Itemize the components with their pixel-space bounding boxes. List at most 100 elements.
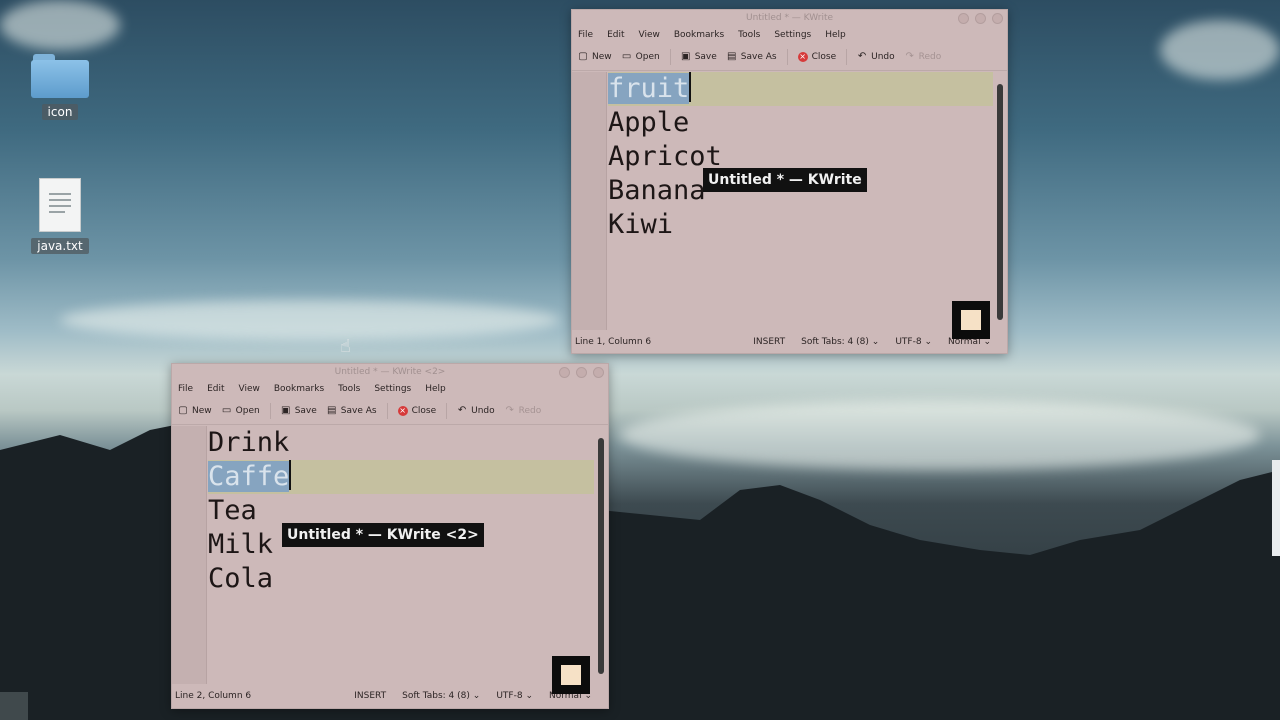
cursor-position[interactable]: Line 1, Column 6 <box>575 337 651 347</box>
menu-file[interactable]: File <box>178 384 193 394</box>
menu-view[interactable]: View <box>239 384 260 394</box>
desktop-icon-java-txt[interactable]: java.txt <box>25 178 95 254</box>
menu-settings[interactable]: Settings <box>374 384 411 394</box>
menu-help[interactable]: Help <box>825 30 846 40</box>
maximize-button[interactable] <box>576 367 587 378</box>
window-titlebar[interactable]: Untitled * — KWrite <box>572 10 1007 26</box>
menu-bookmarks[interactable]: Bookmarks <box>274 384 324 394</box>
minimize-button[interactable] <box>958 13 969 24</box>
overlay-box-widget[interactable] <box>952 301 990 339</box>
close-window-button[interactable] <box>992 13 1003 24</box>
menu-edit[interactable]: Edit <box>607 30 624 40</box>
folder-open-icon: ▭ <box>221 405 232 416</box>
vertical-scrollbar[interactable] <box>598 430 604 680</box>
encoding-label: UTF-8 <box>496 691 523 701</box>
editor-lines: Drink Caffe Tea Milk Cola <box>208 426 594 596</box>
editor-line[interactable]: Kiwi <box>608 208 993 242</box>
save-button[interactable]: ▣ Save <box>680 51 717 63</box>
panel-corner[interactable] <box>0 692 28 720</box>
text-editor-area[interactable]: Drink Caffe Tea Milk Cola <box>172 426 606 684</box>
screen-edge-widget <box>1272 460 1280 556</box>
window-title: Untitled * — KWrite <2> <box>334 367 446 377</box>
menu-file[interactable]: File <box>578 30 593 40</box>
editor-line[interactable]: Drink <box>208 426 594 460</box>
toolbar-separator <box>669 49 671 65</box>
undo-icon: ↶ <box>457 405 467 416</box>
scrollbar-thumb[interactable] <box>598 438 604 674</box>
input-mode[interactable]: INSERT <box>753 337 785 347</box>
save-icon: ▣ <box>680 51 691 62</box>
save-button[interactable]: ▣ Save <box>281 406 317 417</box>
editor-line-current[interactable]: fruit <box>608 72 993 106</box>
save-as-icon: ▤ <box>327 405 337 416</box>
wallpaper-cloud <box>60 300 560 340</box>
window-titlebar[interactable]: Untitled * — KWrite <2> <box>172 364 608 380</box>
redo-button[interactable]: ↷ Redo <box>905 51 942 63</box>
save-as-button[interactable]: ▤ Save As <box>727 51 777 63</box>
save-label: Save <box>694 52 717 62</box>
editor-gutter <box>572 72 607 330</box>
cursor-position[interactable]: Line 2, Column 6 <box>175 691 251 701</box>
folder-open-icon: ▭ <box>621 51 632 62</box>
redo-button[interactable]: ↷ Redo <box>505 406 541 417</box>
open-label: Open <box>635 52 660 62</box>
text-caret <box>289 460 292 490</box>
menu-bookmarks[interactable]: Bookmarks <box>674 30 724 40</box>
chevron-down-icon: ⌄ <box>924 337 932 347</box>
new-label: New <box>192 406 212 416</box>
desktop-icon-label: icon <box>41 104 79 120</box>
save-as-button[interactable]: ▤ Save As <box>327 405 377 417</box>
new-button[interactable]: ▢ New <box>178 406 212 417</box>
close-label: Close <box>411 406 437 416</box>
indentation-setting[interactable]: Soft Tabs: 4 (8) ⌄ <box>402 691 480 701</box>
open-button[interactable]: ▭ Open <box>621 51 660 63</box>
overlay-box-widget[interactable] <box>552 656 590 694</box>
wallpaper-cloud <box>1160 20 1280 80</box>
vertical-scrollbar[interactable] <box>997 76 1003 326</box>
maximize-button[interactable] <box>975 13 986 24</box>
redo-label: Redo <box>918 52 942 62</box>
undo-label: Undo <box>471 406 495 416</box>
undo-button[interactable]: ↶ Undo <box>857 52 895 63</box>
indentation-label: Soft Tabs: 4 (8) <box>402 691 470 701</box>
close-button[interactable]: × Close <box>797 52 836 62</box>
editor-line[interactable]: Cola <box>208 562 594 596</box>
menu-view[interactable]: View <box>639 30 660 40</box>
editor-gutter <box>172 426 207 684</box>
new-document-icon: ▢ <box>578 51 588 62</box>
menu-settings[interactable]: Settings <box>774 30 811 40</box>
save-as-icon: ▤ <box>727 51 737 62</box>
open-button[interactable]: ▭ Open <box>221 405 260 417</box>
save-label: Save <box>294 406 317 416</box>
close-window-button[interactable] <box>593 367 604 378</box>
selected-text[interactable]: Caffe <box>208 461 290 492</box>
menu-tools[interactable]: Tools <box>738 30 760 40</box>
encoding-setting[interactable]: UTF-8 ⌄ <box>895 337 932 347</box>
menu-help[interactable]: Help <box>425 384 446 394</box>
desktop-icon-folder[interactable]: icon <box>25 54 95 120</box>
text-caret <box>689 72 692 102</box>
input-mode[interactable]: INSERT <box>354 691 386 701</box>
text-editor-area[interactable]: fruit Apple Apricot Banana Kiwi <box>572 72 1005 330</box>
close-button[interactable]: × Close <box>397 406 437 416</box>
editor-line[interactable]: Apple <box>608 106 993 140</box>
status-bar: Line 2, Column 6 INSERT Soft Tabs: 4 (8)… <box>172 686 608 706</box>
selected-text[interactable]: fruit <box>608 73 690 104</box>
window-title: Untitled * — KWrite <box>745 13 834 23</box>
chevron-down-icon: ⌄ <box>525 691 533 701</box>
redo-icon: ↷ <box>905 51 914 62</box>
undo-button[interactable]: ↶ Undo <box>457 405 495 417</box>
toolbar-separator <box>786 49 788 65</box>
minimize-button[interactable] <box>559 367 570 378</box>
editor-line-current[interactable]: Caffe <box>208 460 594 494</box>
chevron-down-icon: ⌄ <box>472 691 481 701</box>
toolbar: ▢ New ▭ Open ▣ Save ▤ Save As × Close ↶ Undo ↷… <box>172 398 608 425</box>
menu-edit[interactable]: Edit <box>207 384 224 394</box>
new-button[interactable]: ▢ New <box>578 51 611 63</box>
scrollbar-thumb[interactable] <box>997 84 1003 320</box>
encoding-setting[interactable]: UTF-8 ⌄ <box>496 691 533 701</box>
indentation-label: Soft Tabs: 4 (8) <box>801 337 869 347</box>
toolbar-separator <box>269 403 271 419</box>
indentation-setting[interactable]: Soft Tabs: 4 (8) ⌄ <box>801 337 879 347</box>
menu-tools[interactable]: Tools <box>338 384 360 394</box>
